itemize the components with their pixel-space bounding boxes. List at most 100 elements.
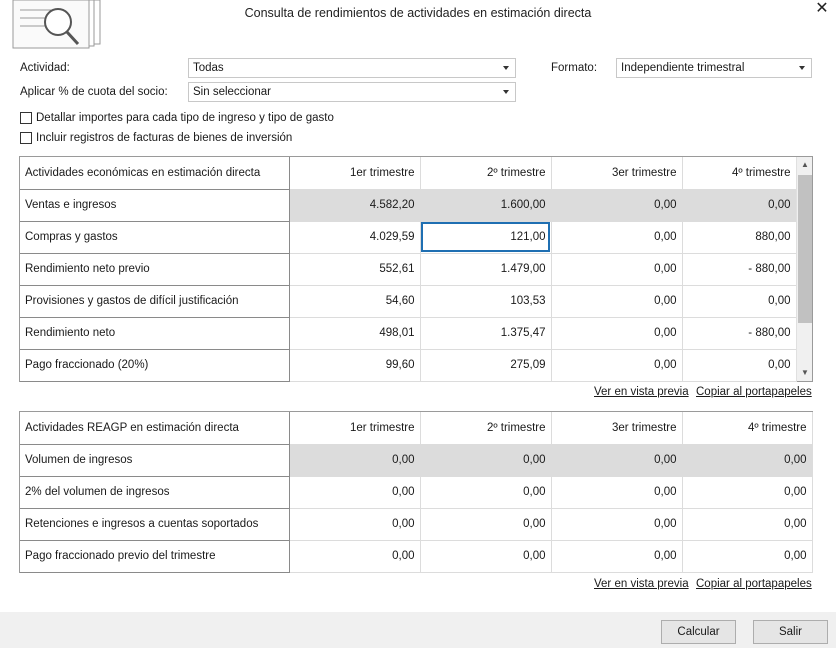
- column-header: 4º trimestre: [682, 412, 813, 445]
- table-row[interactable]: Rendimiento neto previo 552,61 1.479,00 …: [20, 253, 797, 286]
- actividad-select[interactable]: Todas: [188, 58, 516, 78]
- scroll-down-icon[interactable]: ▼: [797, 365, 813, 381]
- preview-link[interactable]: Ver en vista previa: [594, 386, 689, 398]
- table-cell[interactable]: 552,61: [289, 253, 421, 286]
- table-cell[interactable]: 0,00: [682, 349, 797, 382]
- close-icon[interactable]: ✕: [812, 0, 832, 20]
- column-header: 2º trimestre: [420, 412, 552, 445]
- preview-link[interactable]: Ver en vista previa: [594, 578, 689, 590]
- table-cell[interactable]: 1.600,00: [420, 189, 552, 222]
- table-cell[interactable]: 54,60: [289, 285, 421, 318]
- table-cell[interactable]: 0,00: [551, 189, 683, 222]
- clipboard-link[interactable]: Copiar al portapapeles: [696, 578, 812, 590]
- table-cell[interactable]: 0,00: [682, 444, 813, 477]
- table-header-row: Actividades REAGP en estimación directa …: [20, 412, 813, 445]
- incluir-label: Incluir registros de facturas de bienes …: [36, 132, 293, 144]
- salir-button[interactable]: Salir: [753, 620, 828, 644]
- table-cell[interactable]: 1.479,00: [420, 253, 552, 286]
- row-label: Compras y gastos: [20, 221, 290, 254]
- scrollbar-thumb[interactable]: [798, 175, 812, 323]
- clipboard-link[interactable]: Copiar al portapapeles: [696, 386, 812, 398]
- row-label: Rendimiento neto: [20, 317, 290, 350]
- table-cell[interactable]: 4.029,59: [289, 221, 421, 254]
- reagp-activities-table: Actividades REAGP en estimación directa …: [19, 411, 813, 573]
- column-header: 3er trimestre: [551, 157, 683, 190]
- table-cell[interactable]: 498,01: [289, 317, 421, 350]
- vertical-scrollbar[interactable]: ▲ ▼: [796, 157, 812, 381]
- row-label: Pago fraccionado previo del trimestre: [20, 540, 290, 573]
- table-row[interactable]: Provisiones y gastos de difícil justific…: [20, 285, 797, 318]
- table-cell[interactable]: 275,09: [420, 349, 552, 382]
- formato-value: Independiente trimestral: [621, 62, 745, 74]
- table-row[interactable]: 2% del volumen de ingresos 0,00 0,00 0,0…: [20, 476, 813, 509]
- chevron-down-icon: [503, 66, 509, 70]
- table-cell[interactable]: 0,00: [289, 476, 421, 509]
- table-cell[interactable]: 0,00: [420, 444, 552, 477]
- row-label: 2% del volumen de ingresos: [20, 476, 290, 509]
- table-row[interactable]: Ventas e ingresos 4.582,20 1.600,00 0,00…: [20, 189, 797, 222]
- table-header-row: Actividades económicas en estimación dir…: [20, 157, 797, 190]
- row-label: Provisiones y gastos de difícil justific…: [20, 285, 290, 318]
- table-cell[interactable]: 0,00: [551, 444, 683, 477]
- window-title: Consulta de rendimientos de actividades …: [244, 6, 592, 20]
- table-cell[interactable]: 0,00: [289, 540, 421, 573]
- table-row[interactable]: Rendimiento neto 498,01 1.375,47 0,00 - …: [20, 317, 797, 350]
- table-row[interactable]: Pago fraccionado previo del trimestre 0,…: [20, 540, 813, 573]
- table-cell[interactable]: 0,00: [420, 540, 552, 573]
- table-row[interactable]: Retenciones e ingresos a cuentas soporta…: [20, 508, 813, 541]
- table-row[interactable]: Compras y gastos 4.029,59 121,00 0,00 88…: [20, 221, 797, 254]
- table-cell[interactable]: 0,00: [551, 508, 683, 541]
- table-cell[interactable]: 0,00: [551, 540, 683, 573]
- row-label: Rendimiento neto previo: [20, 253, 290, 286]
- table-row[interactable]: Volumen de ingresos 0,00 0,00 0,00 0,00: [20, 444, 813, 477]
- table-cell[interactable]: 0,00: [551, 476, 683, 509]
- table-cell[interactable]: 880,00: [682, 221, 797, 254]
- table-cell[interactable]: 0,00: [551, 253, 683, 286]
- column-header: 3er trimestre: [551, 412, 683, 445]
- table-cell[interactable]: 99,60: [289, 349, 421, 382]
- column-header: 4º trimestre: [682, 157, 797, 190]
- row-label: Retenciones e ingresos a cuentas soporta…: [20, 508, 290, 541]
- chevron-down-icon: [503, 90, 509, 94]
- table-cell[interactable]: 0,00: [551, 317, 683, 350]
- table-cell[interactable]: 0,00: [420, 508, 552, 541]
- table-cell[interactable]: - 880,00: [682, 317, 797, 350]
- column-header: Actividades REAGP en estimación directa: [20, 412, 290, 445]
- chevron-down-icon: [799, 66, 805, 70]
- column-header: 1er trimestre: [289, 412, 421, 445]
- table-cell[interactable]: 0,00: [682, 476, 813, 509]
- table-cell[interactable]: 0,00: [551, 285, 683, 318]
- scroll-up-icon[interactable]: ▲: [797, 157, 813, 173]
- row-label: Ventas e ingresos: [20, 189, 290, 222]
- economic-activities-table: Actividades económicas en estimación dir…: [19, 156, 813, 382]
- table-cell[interactable]: 0,00: [682, 508, 813, 541]
- table-cell[interactable]: 0,00: [551, 349, 683, 382]
- table-cell[interactable]: 4.582,20: [289, 189, 421, 222]
- table-cell[interactable]: 0,00: [420, 476, 552, 509]
- cuota-select[interactable]: Sin seleccionar: [188, 82, 516, 102]
- table-cell[interactable]: 0,00: [289, 444, 421, 477]
- table-row[interactable]: Pago fraccionado (20%) 99,60 275,09 0,00…: [20, 349, 797, 382]
- detallar-label: Detallar importes para cada tipo de ingr…: [36, 112, 334, 124]
- selected-table-cell[interactable]: 121,00: [420, 221, 552, 254]
- table-cell[interactable]: 0,00: [682, 189, 797, 222]
- formato-select[interactable]: Independiente trimestral: [616, 58, 812, 78]
- formato-label: Formato:: [551, 62, 598, 74]
- table-cell[interactable]: 1.375,47: [420, 317, 552, 350]
- column-header: Actividades económicas en estimación dir…: [20, 157, 290, 190]
- row-label: Volumen de ingresos: [20, 444, 290, 477]
- detallar-checkbox[interactable]: [20, 112, 32, 124]
- table-cell[interactable]: 0,00: [289, 508, 421, 541]
- calcular-button[interactable]: Calcular: [661, 620, 736, 644]
- table-cell[interactable]: 0,00: [551, 221, 683, 254]
- incluir-checkbox[interactable]: [20, 132, 32, 144]
- row-label: Pago fraccionado (20%): [20, 349, 290, 382]
- table-cell[interactable]: - 880,00: [682, 253, 797, 286]
- table-cell[interactable]: 103,53: [420, 285, 552, 318]
- column-header: 2º trimestre: [420, 157, 552, 190]
- cuota-label: Aplicar % de cuota del socio:: [20, 86, 168, 98]
- table-cell[interactable]: 0,00: [682, 285, 797, 318]
- actividad-label: Actividad:: [20, 62, 70, 74]
- cuota-value: Sin seleccionar: [193, 86, 271, 98]
- table-cell[interactable]: 0,00: [682, 540, 813, 573]
